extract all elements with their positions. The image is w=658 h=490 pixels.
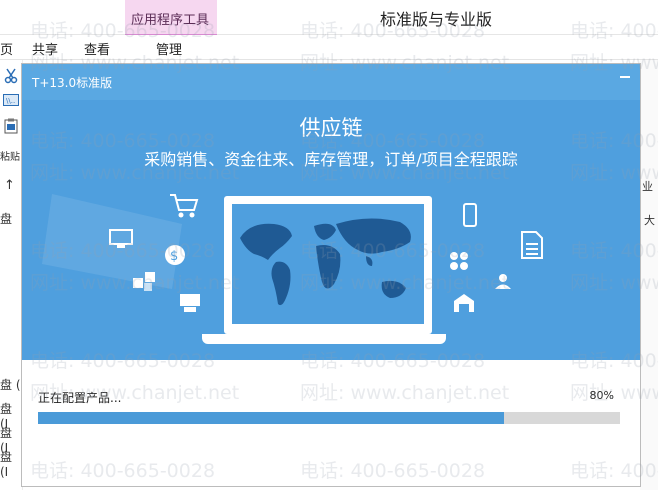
paste-shortcut-label[interactable]: 粘贴 (0, 148, 20, 163)
menu-item-page[interactable]: 页 (0, 39, 13, 58)
banner-subheadline: 采购销售、资金往来、库存管理，订单/项目全程跟踪 (144, 150, 518, 169)
minimize-button[interactable] (618, 70, 632, 84)
progress-percent: 80% (589, 389, 614, 402)
install-status-text: 正在配置产品... (38, 391, 122, 405)
warehouse-icon (454, 294, 474, 312)
clipboard-icon[interactable] (4, 118, 18, 134)
menu-item-share[interactable]: 共享 (32, 39, 58, 58)
column-fragment[interactable]: 大 (644, 212, 655, 228)
ribbon-menu-row: 页 共享 查看 管理 (0, 35, 658, 60)
grid-icon (450, 252, 468, 270)
menu-item-manage[interactable]: 管理 (156, 39, 182, 58)
menu-item-view[interactable]: 查看 (84, 39, 110, 58)
document-icon (521, 231, 543, 259)
explorer-nav-pane: \\.. 粘贴 ↑ 盘 盘 ( 盘 (I 盘 (I 盘 (I (0, 60, 23, 490)
boxes-icon (133, 272, 155, 291)
nav-drive-item[interactable]: 盘 ( (0, 376, 21, 393)
minimize-icon (620, 76, 630, 78)
laptop-display (232, 204, 424, 324)
window-title: 标准版与专业版 (380, 10, 493, 29)
svg-text:$: $ (170, 249, 178, 264)
scissors-icon[interactable] (4, 68, 18, 84)
up-arrow-icon[interactable]: ↑ (4, 178, 15, 193)
context-tab-app-tools[interactable]: 应用程序工具 (125, 0, 217, 36)
nav-drive-item[interactable]: 盘 (I (0, 448, 22, 479)
monitor-icon (109, 229, 133, 248)
explorer-right-pane: 业 大 (640, 60, 658, 490)
dollar-icon: $ (165, 245, 185, 265)
title-bar (22, 64, 640, 100)
ribbon-tab-bar (0, 0, 658, 35)
progress-bar (38, 412, 620, 424)
path-copy-icon[interactable]: \\.. (3, 94, 19, 106)
installer-banner: T+13.0标准版 供应链 采购销售、资金往来、库存管理，订单/项目全程跟踪 $ (22, 64, 640, 360)
dialog-title: T+13.0标准版 (32, 76, 113, 90)
svg-text:\\..: \\.. (6, 97, 15, 105)
phone-icon (463, 203, 477, 227)
laptop-base (202, 334, 446, 344)
progress-fill (38, 412, 504, 424)
banner-headline: 供应链 (299, 116, 363, 140)
installer-dialog: T+13.0标准版 供应链 采购销售、资金往来、库存管理，订单/项目全程跟踪 $ (22, 64, 640, 486)
laptop-screen (224, 196, 432, 334)
address-fragment[interactable]: 业 (642, 178, 653, 194)
context-tab-label: 应用程序工具 (131, 13, 210, 28)
world-map-icon (240, 218, 411, 306)
nav-drive-item[interactable]: 盘 (0, 210, 12, 227)
user-icon (495, 274, 511, 289)
register-icon (180, 294, 200, 312)
cart-icon (170, 194, 199, 218)
